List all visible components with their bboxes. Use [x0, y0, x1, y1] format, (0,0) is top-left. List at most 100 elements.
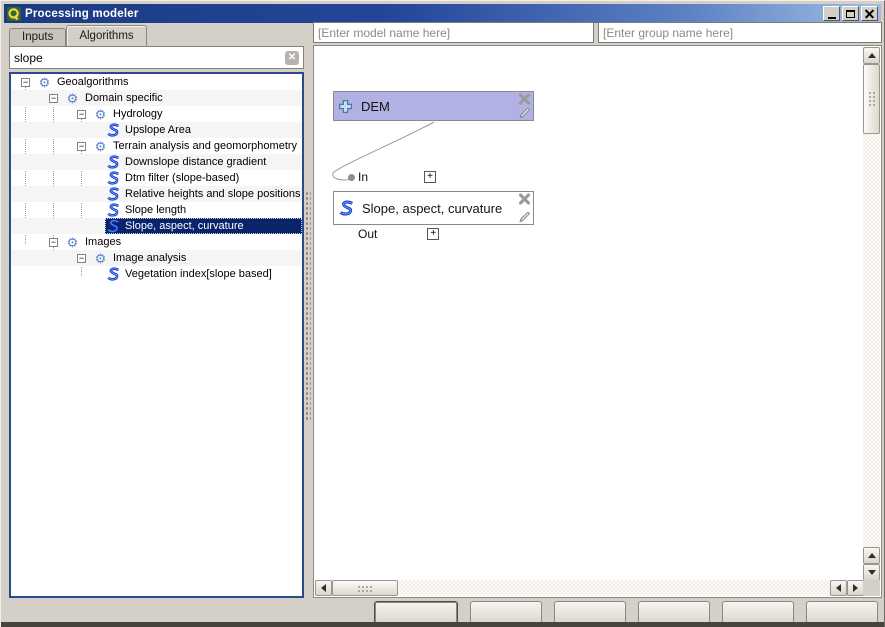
- tree-row-vegetation-index-slope-based-[interactable]: Vegetation index[slope based]: [11, 266, 302, 282]
- scroll-left-button[interactable]: [830, 580, 847, 596]
- tree-item-label: Relative heights and slope positions: [125, 188, 301, 200]
- left-arrow-icon: [321, 584, 326, 592]
- tab-algorithms[interactable]: Algorithms: [66, 25, 146, 46]
- processing-modeler-window: Processing modeler Inputs Algorithms ✕ −…: [0, 0, 885, 627]
- algorithm-search-box: ✕: [9, 46, 304, 69]
- in-port-row: In +: [358, 170, 436, 184]
- saga-algorithm-icon: [106, 123, 120, 137]
- horizontal-scroll-thumb[interactable]: [332, 580, 398, 596]
- save-button[interactable]: [638, 601, 710, 624]
- up-arrow-icon: [868, 53, 876, 58]
- algorithm-tree[interactable]: − ⚙ Geoalgorithms − ⚙ Domain specific − …: [9, 72, 304, 598]
- close-button[interactable]: [806, 601, 878, 624]
- tree-row-geoalgorithms[interactable]: − ⚙ Geoalgorithms: [11, 74, 302, 90]
- saga-algorithm-icon: [106, 187, 120, 201]
- scrollbar-corner: [863, 580, 880, 596]
- algorithm-group-gear-icon: ⚙: [65, 92, 80, 105]
- group-name-input[interactable]: [598, 22, 882, 43]
- clear-search-icon[interactable]: ✕: [285, 51, 299, 65]
- tree-row-relative-heights-and-slope-positions[interactable]: Relative heights and slope positions: [11, 186, 302, 202]
- algorithm-node-slope-aspect-curvature[interactable]: Slope, aspect, curvature: [333, 191, 534, 225]
- scroll-right-button[interactable]: [847, 580, 864, 596]
- input-plus-icon: [338, 99, 353, 114]
- collapse-toggle[interactable]: −: [49, 238, 58, 247]
- canvas-vertical-scrollbar[interactable]: [863, 47, 880, 581]
- scroll-up-button[interactable]: [863, 547, 880, 564]
- minimize-button[interactable]: [823, 6, 840, 21]
- tree-row-image-analysis[interactable]: − ⚙ Image analysis: [11, 250, 302, 266]
- collapse-toggle[interactable]: −: [77, 110, 86, 119]
- algorithm-group-gear-icon: ⚙: [37, 76, 52, 89]
- tree-row-slope-length[interactable]: Slope length: [11, 202, 302, 218]
- algorithm-group-gear-icon: ⚙: [93, 108, 108, 121]
- titlebar[interactable]: Processing modeler: [4, 4, 881, 23]
- collapse-toggle[interactable]: −: [49, 94, 58, 103]
- splitter-grip-icon: [305, 191, 311, 421]
- save-as--button[interactable]: [722, 601, 794, 624]
- scroll-down-button[interactable]: [863, 564, 880, 581]
- tree-row-downslope-distance-gradient[interactable]: Downslope distance gradient: [11, 154, 302, 170]
- canvas-horizontal-scrollbar[interactable]: [315, 580, 864, 596]
- input-node-label: DEM: [361, 99, 390, 114]
- left-arrow-icon: [836, 584, 841, 592]
- tree-item-label: Dtm filter (slope-based): [125, 172, 239, 184]
- saga-algorithm-icon: [106, 219, 120, 233]
- maximize-icon: [846, 10, 855, 18]
- algorithm-group-gear-icon: ⚙: [93, 140, 108, 153]
- tree-row-slope-aspect-curvature[interactable]: Slope, aspect, curvature: [11, 218, 302, 234]
- algorithm-group-gear-icon: ⚙: [65, 236, 80, 249]
- delete-node-icon[interactable]: [517, 92, 532, 106]
- saga-algorithm-icon: [338, 200, 354, 216]
- saga-algorithm-icon: [106, 203, 120, 217]
- close-icon: [865, 9, 874, 18]
- scroll-left-button[interactable]: [315, 580, 332, 596]
- tree-row-upslope-area[interactable]: Upslope Area: [11, 122, 302, 138]
- out-port-label: Out: [358, 227, 377, 241]
- model-name-input[interactable]: [313, 22, 594, 43]
- maximize-button[interactable]: [842, 6, 859, 21]
- in-port-expand-icon[interactable]: +: [424, 171, 436, 183]
- run-button[interactable]: [470, 601, 542, 624]
- collapse-toggle[interactable]: −: [21, 78, 30, 87]
- window-bottom-edge: [1, 622, 884, 627]
- search-input[interactable]: [14, 51, 285, 65]
- edit-node-icon[interactable]: [517, 210, 532, 224]
- out-port-expand-icon[interactable]: +: [427, 228, 439, 240]
- in-port-label: In: [358, 170, 368, 184]
- model-canvas[interactable]: DEM In + Slope, aspect, curv: [313, 45, 882, 598]
- collapse-toggle[interactable]: −: [77, 142, 86, 151]
- collapse-toggle[interactable]: −: [77, 254, 86, 263]
- tree-item-label: Upslope Area: [125, 124, 191, 136]
- tree-item-label: Downslope distance gradient: [125, 156, 266, 168]
- open-button[interactable]: [554, 601, 626, 624]
- minimize-icon: [828, 17, 836, 19]
- tab-inputs[interactable]: Inputs: [9, 28, 66, 46]
- vertical-scroll-thumb[interactable]: [863, 64, 880, 134]
- dialog-button-box: [374, 601, 878, 624]
- down-arrow-icon: [868, 570, 876, 575]
- tree-row-hydrology[interactable]: − ⚙ Hydrology: [11, 106, 302, 122]
- delete-node-icon[interactable]: [517, 192, 532, 206]
- tree-item-label: Slope, aspect, curvature: [125, 220, 244, 232]
- close-button[interactable]: [861, 6, 878, 21]
- tree-item-label: Terrain analysis and geomorphometry: [113, 140, 297, 152]
- tree-item-label: Image analysis: [113, 252, 186, 264]
- edit-node-icon[interactable]: [517, 106, 532, 120]
- tree-item-label: Domain specific: [85, 92, 163, 104]
- tree-row-domain-specific[interactable]: − ⚙ Domain specific: [11, 90, 302, 106]
- tree-row-dtm-filter-slope-based-[interactable]: Dtm filter (slope-based): [11, 170, 302, 186]
- tree-item-label: Geoalgorithms: [57, 76, 129, 88]
- tree-row-images[interactable]: − ⚙ Images: [11, 234, 302, 250]
- edit-model-help-button[interactable]: [374, 601, 458, 624]
- tree-row-terrain-analysis-and-geomorphometry[interactable]: − ⚙ Terrain analysis and geomorphometry: [11, 138, 302, 154]
- tree-item-label: Vegetation index[slope based]: [125, 268, 272, 280]
- scroll-up-button[interactable]: [863, 47, 880, 64]
- input-node-dem[interactable]: DEM: [333, 91, 534, 121]
- panel-splitter[interactable]: [304, 25, 312, 598]
- tree-item-label: Slope length: [125, 204, 186, 216]
- window-title: Processing modeler: [25, 8, 139, 20]
- in-port-dot[interactable]: [348, 174, 355, 181]
- qgis-icon: [7, 7, 21, 21]
- saga-algorithm-icon: [106, 267, 120, 281]
- algorithm-node-label: Slope, aspect, curvature: [362, 201, 502, 216]
